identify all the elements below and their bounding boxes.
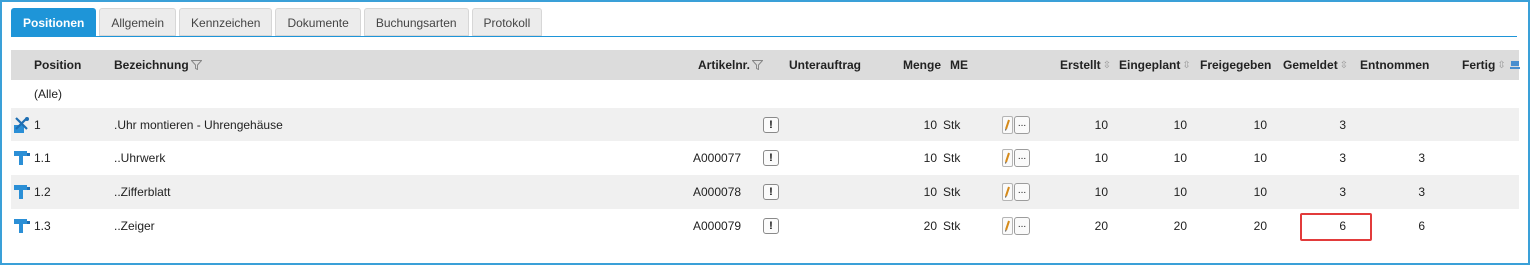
cell-position: 1.3 [34, 219, 51, 233]
grid-header: Position Bezeichnung Artikelnr. Unterauf… [11, 50, 1520, 80]
part-icon [14, 151, 30, 165]
col-header-unterauftrag[interactable]: Unterauftrag [789, 50, 861, 80]
filter-icon[interactable] [752, 60, 764, 70]
cell-artikelnr: A000077 [693, 151, 742, 165]
table-row[interactable]: 1.1 ..Uhrwerk A000077 ! 10 Stk ... 10 10… [11, 141, 1519, 175]
col-header-bezeichnung[interactable]: Bezeichnung [114, 50, 202, 80]
filter-alle[interactable]: (Alle) [34, 80, 62, 108]
cell-menge: 10 [923, 185, 937, 199]
edit-pencil-button[interactable] [1002, 149, 1013, 167]
pencil-icon [1005, 220, 1010, 232]
cell-erstellt: 10 [1094, 151, 1108, 165]
cell-me: Stk [943, 219, 961, 233]
col-header-artikelnr[interactable]: Artikelnr. [698, 50, 764, 80]
cell-entnommen [1371, 108, 1425, 141]
cell-gemeldet: 3 [1339, 117, 1346, 132]
cell-erstellt: 10 [1094, 117, 1108, 132]
sort-icon[interactable]: ⇳ [1497, 60, 1505, 71]
col-header-entnommen[interactable]: Entnommen [1360, 50, 1429, 80]
cell-bezeichnung: ..Uhrwerk [114, 151, 166, 165]
col-header-eingeplant[interactable]: Eingeplant ⇳ [1119, 50, 1191, 80]
cell-freigegeben: 10 [1253, 151, 1267, 165]
cell-position: 1 [34, 117, 41, 132]
warning-button[interactable]: ! [763, 116, 779, 133]
cell-bezeichnung: ..Zeiger [114, 219, 155, 233]
cell-me: Stk [943, 185, 961, 199]
warning-button[interactable]: ! [763, 150, 779, 166]
table-row[interactable]: 1 .Uhr montieren - Uhrengehäuse ! 10 Stk… [11, 108, 1519, 141]
col-header-position[interactable]: Position [34, 50, 81, 80]
col-header-gemeldet[interactable]: Gemeldet ⇳ [1283, 50, 1348, 80]
warning-button[interactable]: ! [763, 184, 779, 200]
assembly-tools-icon [14, 116, 29, 133]
cell-eingeplant: 20 [1173, 219, 1187, 233]
tab-allgemein[interactable]: Allgemein [99, 8, 177, 36]
more-button[interactable]: ... [1014, 217, 1030, 235]
pencil-icon [1005, 152, 1010, 164]
cell-gemeldet: 3 [1339, 185, 1346, 199]
tab-protokoll[interactable]: Protokoll [471, 8, 543, 36]
cell-freigegeben: 10 [1253, 117, 1267, 132]
cell-erstellt: 20 [1094, 219, 1108, 233]
cell-entnommen: 3 [1418, 185, 1425, 199]
tab-positionen[interactable]: Positionen [11, 8, 97, 36]
cell-eingeplant: 10 [1173, 151, 1187, 165]
sort-icon[interactable]: ⇳ [1182, 60, 1190, 71]
cell-artikelnr: A000078 [693, 185, 742, 199]
col-header-freigegeben[interactable]: Freigegeben [1200, 50, 1271, 80]
cell-eingeplant: 10 [1173, 185, 1187, 199]
cell-artikelnr: A000079 [693, 219, 742, 233]
tab-kennzeichen[interactable]: Kennzeichen [179, 8, 273, 36]
window-frame: Positionen Allgemein Kennzeichen Dokumen… [0, 0, 1530, 265]
cell-entnommen: 6 [1418, 219, 1425, 233]
edit-pencil-button[interactable] [1002, 217, 1013, 235]
cell-menge: 10 [923, 117, 937, 132]
edit-pencil-button[interactable] [1002, 115, 1013, 134]
col-header-me[interactable]: ME [950, 50, 968, 80]
filter-icon[interactable] [190, 60, 202, 70]
more-button[interactable]: ... [1014, 183, 1030, 201]
col-header-fertig[interactable]: Fertig ⇳ [1462, 50, 1506, 80]
tab-underline [11, 36, 1517, 37]
cell-menge: 20 [923, 219, 937, 233]
cell-gemeldet: 3 [1339, 151, 1346, 165]
pencil-icon [1005, 119, 1010, 131]
more-button[interactable]: ... [1014, 115, 1030, 134]
sort-icon[interactable]: ⇳ [1340, 60, 1348, 71]
cell-me: Stk [943, 117, 961, 132]
cell-gemeldet: 6 [1339, 219, 1346, 233]
cell-freigegeben: 20 [1253, 219, 1267, 233]
pencil-icon [1005, 186, 1010, 198]
positions-grid: Position Bezeichnung Artikelnr. Unterauf… [11, 50, 1520, 243]
table-row[interactable]: 1.2 ..Zifferblatt A000078 ! 10 Stk ... 1… [11, 175, 1519, 209]
part-icon [14, 219, 30, 233]
more-button[interactable]: ... [1014, 149, 1030, 167]
tab-buchungsarten[interactable]: Buchungsarten [363, 8, 469, 36]
cell-erstellt: 10 [1094, 185, 1108, 199]
cell-entnommen: 3 [1418, 151, 1425, 165]
tab-dokumente[interactable]: Dokumente [275, 8, 361, 36]
cell-position: 1.1 [34, 151, 51, 165]
table-row[interactable]: 1.3 ..Zeiger A000079 ! 20 Stk ... 20 20 … [11, 209, 1519, 243]
cell-eingeplant: 10 [1173, 117, 1187, 132]
cell-bezeichnung: ..Zifferblatt [114, 185, 171, 199]
edit-pencil-button[interactable] [1002, 183, 1013, 201]
warning-button[interactable]: ! [763, 218, 779, 234]
cell-position: 1.2 [34, 185, 51, 199]
tab-bar: Positionen Allgemein Kennzeichen Dokumen… [11, 8, 543, 36]
col-header-erstellt[interactable]: Erstellt ⇳ [1060, 50, 1111, 80]
cell-menge: 10 [923, 151, 937, 165]
column-chooser-icon[interactable] [1510, 59, 1520, 71]
col-header-menge[interactable]: Menge [903, 50, 941, 80]
sort-icon[interactable]: ⇳ [1103, 60, 1111, 71]
cell-me: Stk [943, 151, 961, 165]
part-icon [14, 185, 30, 199]
cell-bezeichnung: .Uhr montieren - Uhrengehäuse [114, 117, 283, 132]
filter-row: (Alle) [11, 80, 1519, 108]
cell-freigegeben: 10 [1253, 185, 1267, 199]
